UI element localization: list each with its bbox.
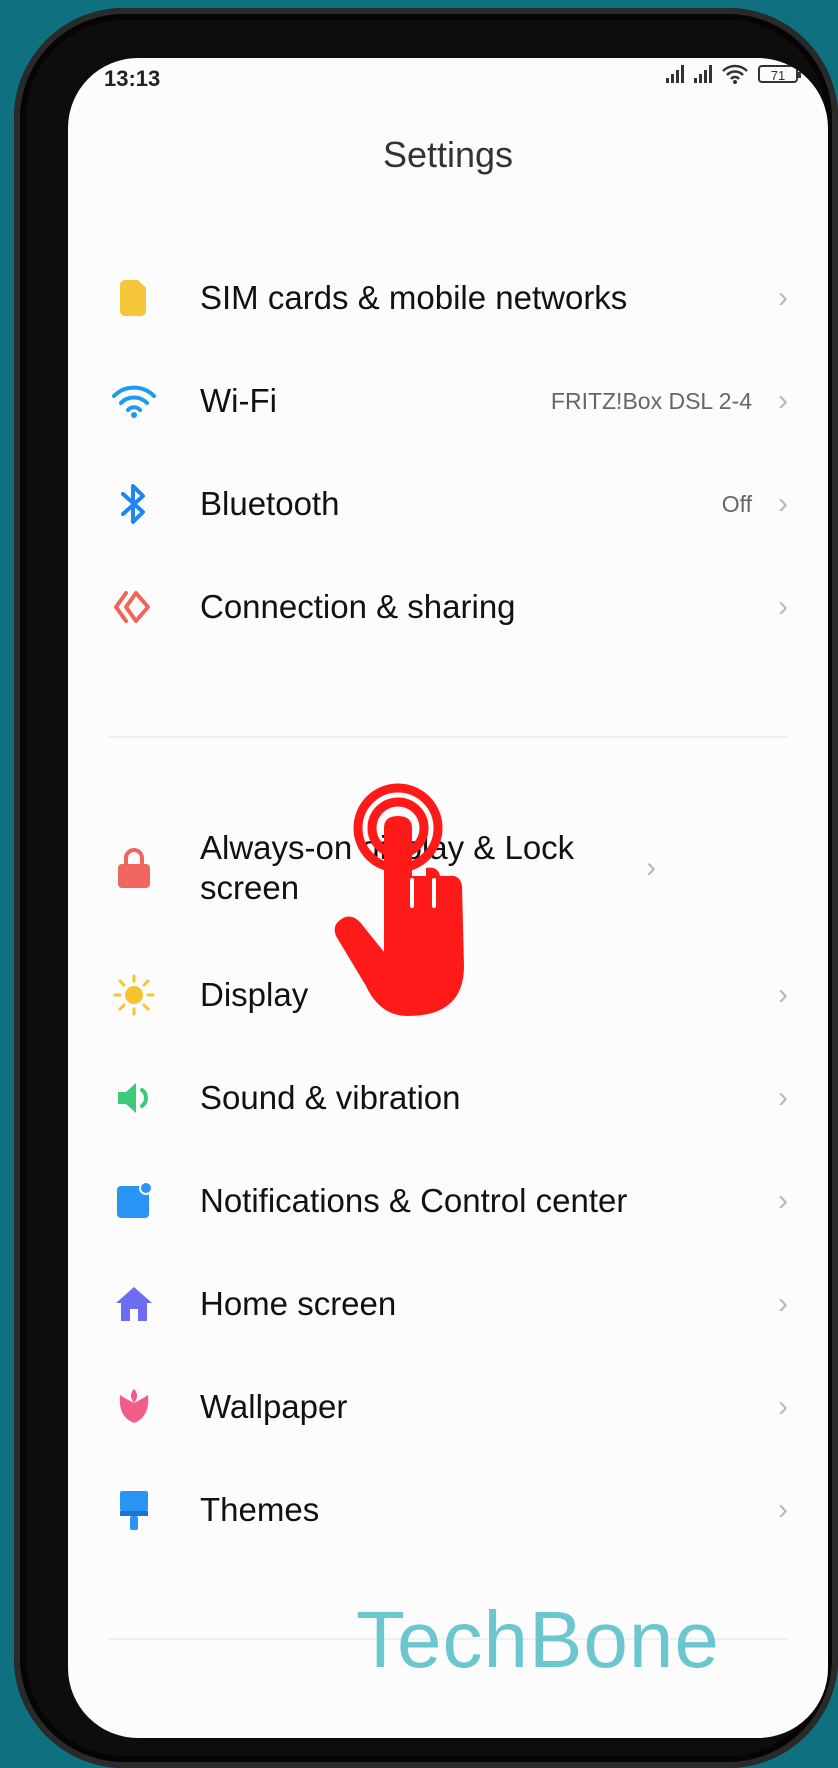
battery-icon: 71 (758, 65, 801, 83)
settings-item-label: Connection & sharing (200, 588, 516, 626)
chevron-right-icon: › (778, 384, 788, 417)
settings-item-value: Off (721, 490, 752, 517)
settings-item-bluetooth[interactable]: Bluetooth Off › (108, 478, 788, 530)
settings-item-connection-sharing[interactable]: Connection & sharing › (108, 581, 788, 633)
chevron-right-icon: › (646, 850, 656, 884)
status-time: 13:13 (104, 66, 161, 91)
sun-icon (108, 969, 160, 1021)
signal-icon (694, 65, 712, 83)
chevron-right-icon: › (778, 978, 788, 1011)
lock-icon (108, 842, 160, 894)
chevron-right-icon: › (778, 1184, 788, 1217)
settings-item-label: Notifications & Control center (200, 1182, 628, 1220)
chevron-right-icon: › (778, 1081, 788, 1114)
chevron-right-icon: › (778, 487, 788, 520)
settings-item-label: Wi-Fi (200, 382, 277, 420)
settings-item-label: Sound & vibration (200, 1079, 461, 1117)
settings-item-label: Bluetooth (200, 485, 340, 523)
connection-sharing-icon (108, 581, 160, 633)
wifi-icon (108, 375, 160, 427)
settings-item-label: SIM cards & mobile networks (200, 279, 628, 317)
chevron-right-icon: › (778, 281, 788, 314)
settings-item-notifications[interactable]: Notifications & Control center › (108, 1175, 788, 1227)
settings-item-home-screen[interactable]: Home screen › (108, 1278, 788, 1330)
bluetooth-icon (108, 478, 160, 530)
settings-item-themes[interactable]: Themes › (108, 1484, 788, 1536)
wifi-status-icon (722, 64, 748, 84)
brush-icon (108, 1484, 160, 1536)
home-icon (108, 1278, 160, 1330)
chevron-right-icon: › (778, 1493, 788, 1526)
status-icons: 71 (666, 64, 801, 84)
tulip-icon (108, 1381, 160, 1433)
tap-hand-icon (334, 783, 464, 1016)
settings-item-value: FRITZ!Box DSL 2-4 (550, 387, 752, 414)
chevron-right-icon: › (778, 590, 788, 623)
chevron-right-icon: › (778, 1390, 788, 1423)
chevron-right-icon: › (778, 1287, 788, 1320)
watermark-logo: TechBone (356, 1595, 720, 1684)
page-title: Settings (382, 134, 514, 175)
settings-item-sim[interactable]: SIM cards & mobile networks › (108, 272, 788, 324)
speaker-icon (108, 1072, 160, 1124)
settings-item-label: Home screen (200, 1285, 397, 1323)
settings-item-wallpaper[interactable]: Wallpaper › (108, 1381, 788, 1433)
sim-card-icon (108, 272, 160, 324)
settings-item-wifi[interactable]: Wi-Fi FRITZ!Box DSL 2-4 › (108, 375, 788, 427)
notification-icon (108, 1175, 160, 1227)
settings-item-sound[interactable]: Sound & vibration › (108, 1072, 788, 1124)
section-divider (108, 736, 788, 738)
status-bar: 13:13 71 (68, 58, 828, 98)
settings-item-label: Wallpaper (200, 1388, 348, 1426)
signal-icon (666, 65, 684, 83)
settings-item-label: Themes (200, 1491, 320, 1529)
